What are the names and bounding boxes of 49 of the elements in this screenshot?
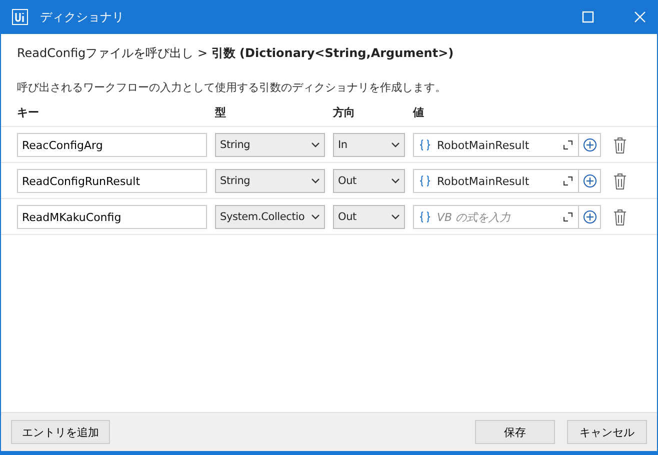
chevron-icon bbox=[391, 142, 400, 148]
plus-icon bbox=[582, 138, 596, 152]
add-entry-button[interactable]: エントリを追加 bbox=[11, 420, 110, 444]
value-field[interactable]: VB の式を入力 bbox=[413, 205, 579, 229]
chevron-icon bbox=[311, 142, 320, 148]
add-button[interactable] bbox=[579, 205, 601, 229]
value-text: RobotMainResult bbox=[437, 138, 530, 152]
add-button[interactable] bbox=[579, 133, 601, 157]
plus-icon bbox=[582, 174, 596, 188]
column-header: 値 bbox=[413, 105, 425, 120]
chevron-icon bbox=[311, 214, 320, 220]
value-text: RobotMainResult bbox=[437, 174, 530, 188]
direction-dropdown[interactable]: Out bbox=[333, 205, 405, 229]
type-dropdown[interactable]: System.Collectio bbox=[215, 205, 325, 229]
maximize-icon[interactable] bbox=[582, 11, 594, 23]
expand-icon[interactable] bbox=[563, 212, 573, 222]
expand-icon[interactable] bbox=[563, 140, 573, 150]
trash-icon[interactable] bbox=[613, 208, 627, 226]
value-field[interactable]: RobotMainResult bbox=[413, 133, 579, 157]
app-logo-icon bbox=[12, 9, 28, 25]
braces-icon bbox=[419, 175, 431, 187]
trash-icon[interactable] bbox=[613, 136, 627, 154]
braces-icon bbox=[419, 211, 431, 223]
direction-dropdown[interactable]: Out bbox=[333, 169, 405, 193]
column-header: 型 bbox=[215, 105, 227, 120]
value-field[interactable]: RobotMainResult bbox=[413, 169, 579, 193]
window-title: ディクショナリ bbox=[40, 8, 124, 26]
direction-dropdown[interactable]: In bbox=[333, 133, 405, 157]
column-header: 方向 bbox=[333, 105, 356, 120]
plus-icon bbox=[582, 210, 596, 224]
dialog-button[interactable]: 保存 bbox=[475, 420, 555, 444]
trash-icon[interactable] bbox=[613, 172, 627, 190]
description-text: 呼び出されるワークフローの入力として使用する引数のディクショナリを作成します。 bbox=[16, 80, 447, 95]
key-field[interactable]: ReadMKakuConfig bbox=[17, 205, 207, 229]
type-dropdown[interactable]: String bbox=[215, 133, 325, 157]
key-field[interactable]: ReadConfigRunResult bbox=[17, 169, 207, 193]
expand-icon[interactable] bbox=[563, 176, 573, 186]
braces-icon bbox=[419, 139, 431, 151]
close-icon[interactable] bbox=[634, 11, 646, 23]
breadcrumb: ReadConfigファイルを呼び出し > 引数 (Dictionary<String,Argument>) bbox=[16, 45, 455, 62]
column-header: キー bbox=[17, 105, 40, 120]
type-dropdown[interactable]: String bbox=[215, 169, 325, 193]
chevron-icon bbox=[391, 214, 400, 220]
chevron-icon bbox=[311, 178, 320, 184]
dialog-button[interactable]: キャンセル bbox=[567, 420, 647, 444]
placeholder-text: VB の式を入力 bbox=[437, 210, 512, 224]
key-field[interactable]: ReacConfigArg bbox=[17, 133, 207, 157]
chevron-icon bbox=[391, 178, 400, 184]
add-button[interactable] bbox=[579, 169, 601, 193]
